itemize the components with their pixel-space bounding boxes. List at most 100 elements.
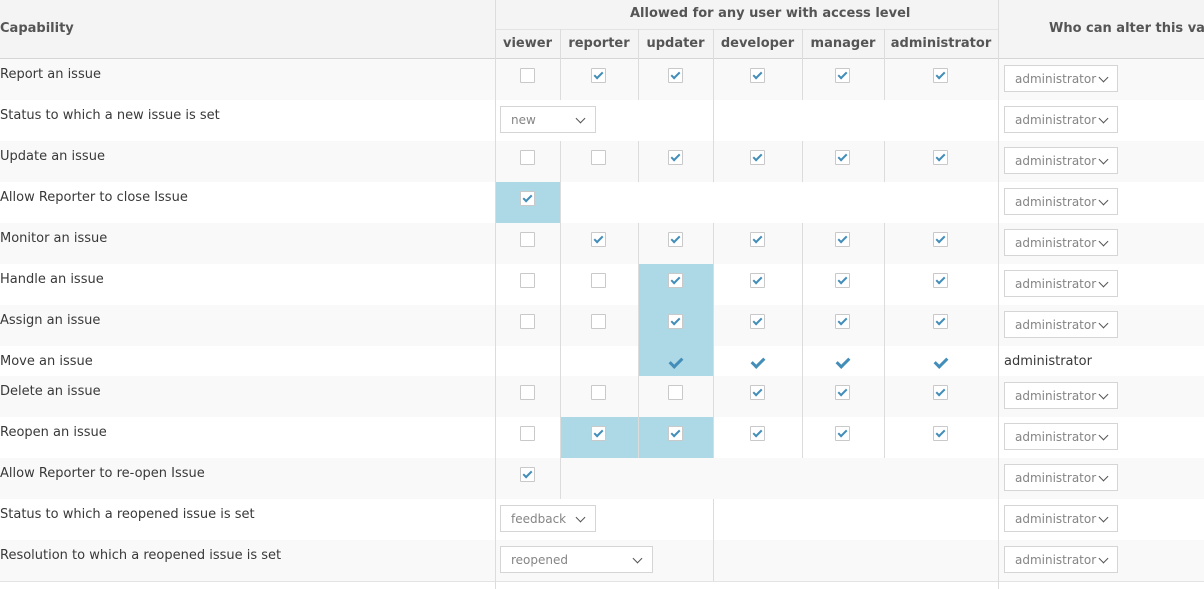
select-value: administrator: [1015, 430, 1097, 444]
permission-checkbox-viewer[interactable]: [520, 426, 535, 441]
table-row: Status to which a new issue is set new adm…: [0, 100, 1204, 141]
table-row: Status to which a reopened issue is set f…: [0, 499, 1204, 540]
permission-checkbox-manager[interactable]: [835, 385, 850, 400]
permission-checkbox-updater[interactable]: [668, 385, 683, 400]
alter-select[interactable]: administrator: [1004, 505, 1118, 532]
table-row: Assign an issue administrator: [0, 305, 1204, 346]
chevron-down-icon: [632, 553, 643, 564]
permission-checkbox-developer[interactable]: [750, 273, 765, 288]
permission-checkbox-reporter[interactable]: [591, 273, 606, 288]
chevron-down-icon: [1098, 72, 1109, 83]
permission-checkbox-updater[interactable]: [668, 426, 683, 441]
level-header-reporter: reporter: [568, 36, 630, 51]
permission-checkbox-developer[interactable]: [750, 426, 765, 441]
select-value: administrator: [1015, 154, 1097, 168]
permission-checkbox-updater[interactable]: [668, 273, 683, 288]
chevron-down-icon: [1098, 277, 1109, 288]
capability-label: Move an issue: [0, 354, 93, 369]
alter-select[interactable]: administrator: [1004, 65, 1118, 92]
permission-checkbox[interactable]: [520, 467, 535, 482]
status-select[interactable]: reopened: [500, 546, 653, 573]
permission-checkbox-reporter[interactable]: [591, 385, 606, 400]
capability-header: Capability: [0, 21, 74, 36]
check-icon: [835, 354, 851, 369]
alter-select[interactable]: administrator: [1004, 106, 1118, 133]
alter-select[interactable]: administrator: [1004, 546, 1118, 573]
permission-checkbox-reporter[interactable]: [591, 426, 606, 441]
status-select[interactable]: feedback: [500, 505, 596, 532]
permission-checkbox-updater[interactable]: [668, 314, 683, 329]
permission-checkbox-developer[interactable]: [750, 150, 765, 165]
table-row: Report an issue administrator: [0, 59, 1204, 100]
table-row: Allow Reporter to close Issue administrat…: [0, 182, 1204, 223]
alter-select[interactable]: administrator: [1004, 311, 1118, 338]
alter-select[interactable]: administrator: [1004, 382, 1118, 409]
permission-checkbox-reporter[interactable]: [591, 232, 606, 247]
alter-select[interactable]: administrator: [1004, 147, 1118, 174]
who-can-alter-header: Who can alter this value: [1049, 21, 1204, 36]
chevron-down-icon: [1098, 512, 1109, 523]
permission-checkbox-viewer[interactable]: [520, 273, 535, 288]
permission-checkbox-viewer[interactable]: [520, 150, 535, 165]
chevron-down-icon: [1098, 195, 1109, 206]
chevron-down-icon: [1098, 236, 1109, 247]
chevron-down-icon: [1098, 389, 1109, 400]
permission-checkbox-updater[interactable]: [668, 150, 683, 165]
permission-checkbox-reporter[interactable]: [591, 150, 606, 165]
capability-label: Reopen an issue: [0, 425, 107, 440]
permission-checkbox-administrator[interactable]: [933, 232, 948, 247]
permission-checkbox-administrator[interactable]: [933, 68, 948, 83]
permission-checkbox-viewer[interactable]: [520, 232, 535, 247]
capability-label: Status to which a new issue is set: [0, 108, 220, 123]
permission-checkbox-reporter[interactable]: [591, 314, 606, 329]
alter-select[interactable]: administrator: [1004, 270, 1118, 297]
permission-checkbox-developer[interactable]: [750, 68, 765, 83]
permission-checkbox-administrator[interactable]: [933, 273, 948, 288]
permission-checkbox-manager[interactable]: [835, 426, 850, 441]
alter-select[interactable]: administrator: [1004, 423, 1118, 450]
permission-checkbox-manager[interactable]: [835, 68, 850, 83]
permission-checkbox-manager[interactable]: [835, 314, 850, 329]
permission-checkbox-manager[interactable]: [835, 232, 850, 247]
permission-checkbox-administrator[interactable]: [933, 426, 948, 441]
permission-checkbox-viewer[interactable]: [520, 68, 535, 83]
alter-select[interactable]: administrator: [1004, 229, 1118, 256]
permission-checkbox-administrator[interactable]: [933, 314, 948, 329]
table-row: Monitor an issue administrator: [0, 223, 1204, 264]
allowed-group-header: Allowed for any user with access level: [630, 6, 911, 21]
select-value: feedback: [511, 512, 567, 526]
table-row: Reopen an issue administrator: [0, 417, 1204, 458]
permission-checkbox-updater[interactable]: [668, 68, 683, 83]
select-value: administrator: [1015, 471, 1097, 485]
level-header-viewer: viewer: [503, 36, 552, 51]
select-value: administrator: [1015, 277, 1097, 291]
permission-checkbox-developer[interactable]: [750, 385, 765, 400]
capability-label: Allow Reporter to re-open Issue: [0, 466, 205, 481]
select-value: administrator: [1015, 195, 1097, 209]
permission-checkbox[interactable]: [520, 191, 535, 206]
permission-checkbox-administrator[interactable]: [933, 385, 948, 400]
status-select[interactable]: new: [500, 106, 596, 133]
permission-checkbox-reporter[interactable]: [591, 68, 606, 83]
permission-checkbox-developer[interactable]: [750, 232, 765, 247]
chevron-down-icon: [1098, 154, 1109, 165]
table-row: Delete an issue administrator: [0, 376, 1204, 417]
permission-checkbox-manager[interactable]: [835, 150, 850, 165]
level-header-developer: developer: [720, 36, 795, 51]
capability-label: Assign an issue: [0, 313, 101, 328]
alter-select[interactable]: administrator: [1004, 464, 1118, 491]
permission-checkbox-administrator[interactable]: [933, 150, 948, 165]
permission-checkbox-manager[interactable]: [835, 273, 850, 288]
select-value: administrator: [1015, 512, 1097, 526]
permission-checkbox-viewer[interactable]: [520, 385, 535, 400]
level-header-administrator: administrator: [890, 36, 992, 51]
permission-checkbox-developer[interactable]: [750, 314, 765, 329]
capability-label: Report an issue: [0, 67, 101, 82]
select-value: administrator: [1015, 72, 1097, 86]
permission-checkbox-viewer[interactable]: [520, 314, 535, 329]
capability-label: Status to which a reopened issue is set: [0, 507, 255, 522]
capability-label: Resolution to which a reopened issue is …: [0, 548, 282, 563]
permission-checkbox-updater[interactable]: [668, 232, 683, 247]
alter-select[interactable]: administrator: [1004, 188, 1118, 215]
capability-label: Delete an issue: [0, 384, 101, 399]
